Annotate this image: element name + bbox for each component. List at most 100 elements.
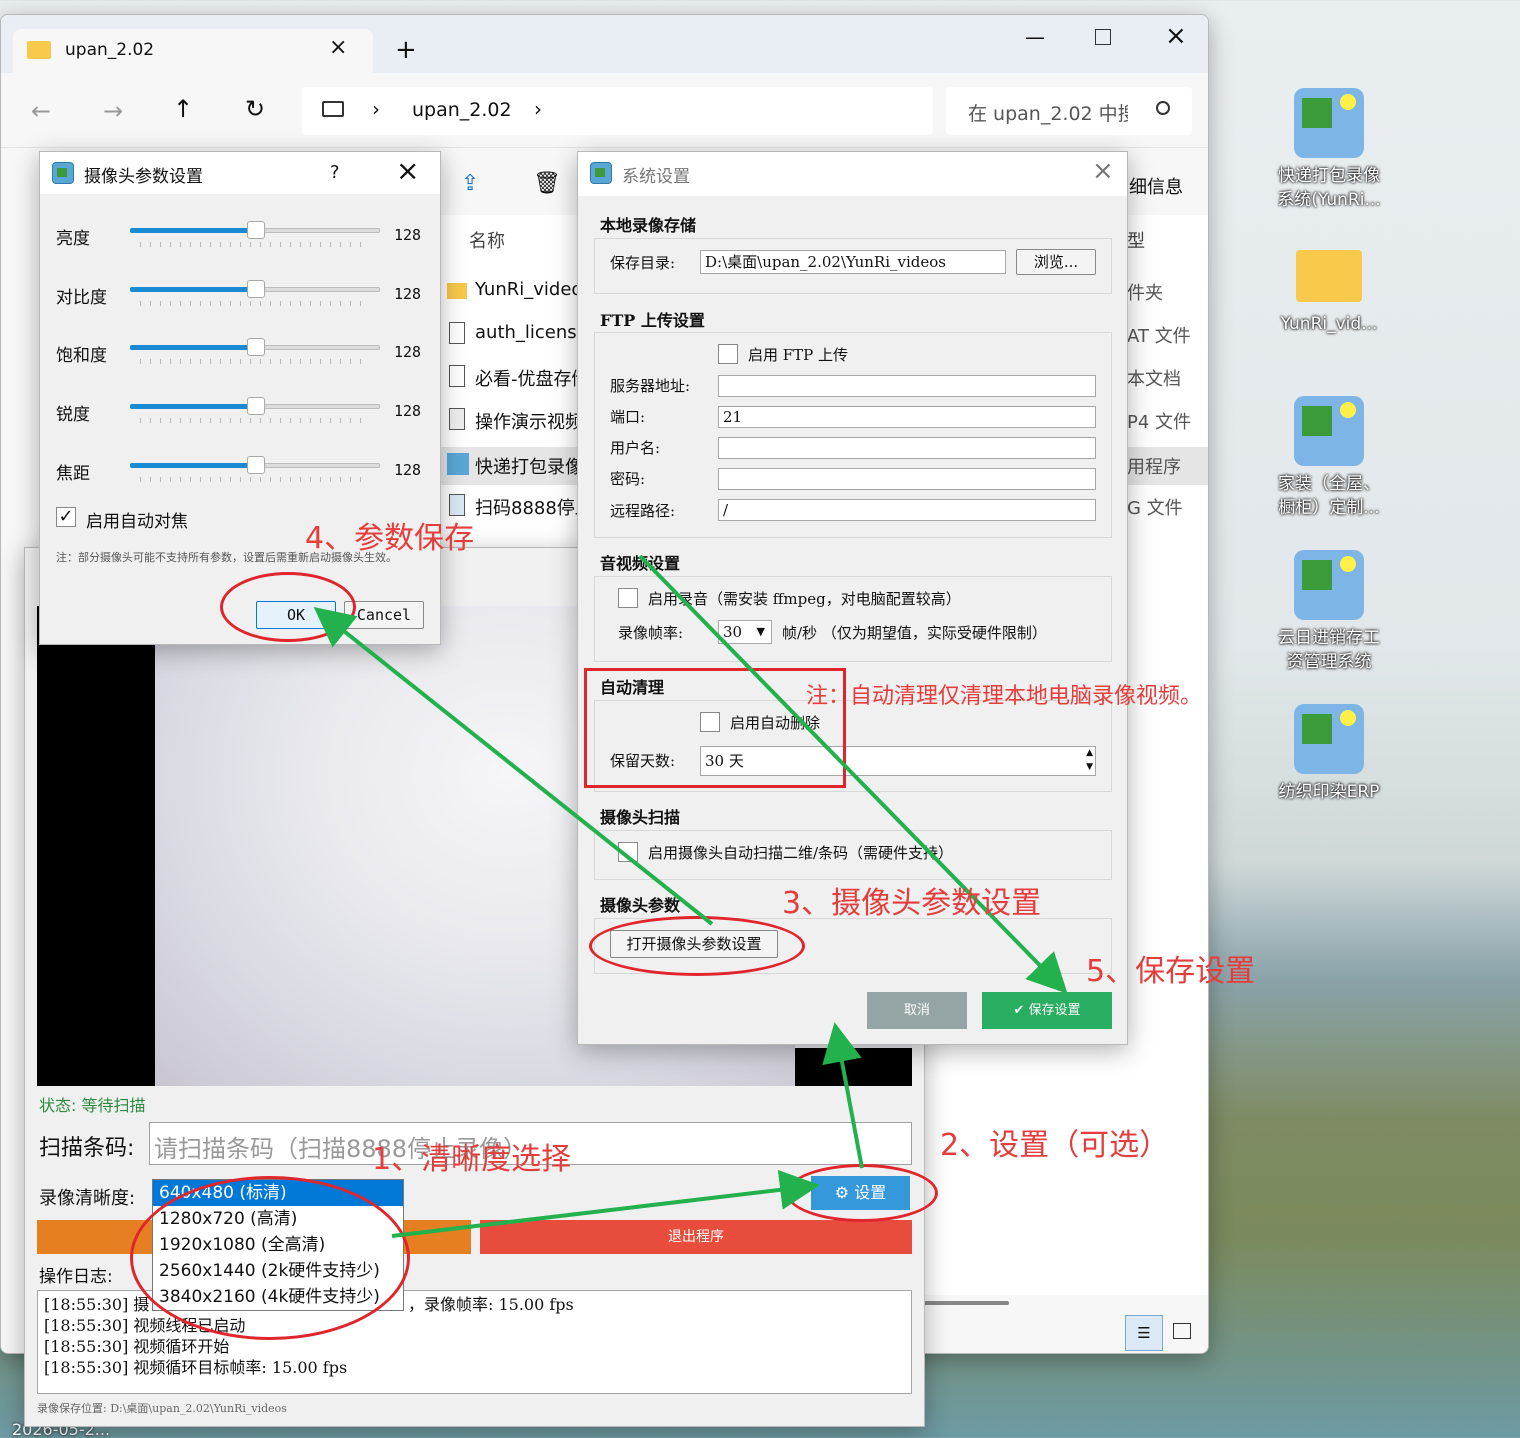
fps-value: 30 [723, 623, 743, 641]
camera-scan-label: 启用摄像头自动扫描二维/条码（需硬件支持） [648, 844, 954, 862]
scan-label: 扫描条码: [39, 1136, 135, 1161]
slider-fill [130, 463, 255, 468]
open-params-highlight-ellipse [589, 916, 805, 976]
file-type: AT 文件 [1127, 326, 1191, 347]
search-box[interactable]: 在 upan_2.02 中搜 [946, 87, 1192, 135]
settings-cancel-button[interactable]: 取消 [867, 992, 967, 1029]
server-input[interactable] [718, 375, 1096, 397]
search-placeholder: 在 upan_2.02 中搜 [968, 103, 1128, 125]
autofocus-checkbox[interactable]: ✓ [56, 507, 76, 527]
remote-path-input[interactable]: / [718, 499, 1096, 521]
file-type: G 文件 [1127, 498, 1183, 519]
dialog-titlebar: 系统设置 × [578, 152, 1127, 196]
tiles-view-icon[interactable] [1173, 1323, 1191, 1339]
desktop-icon-label: YunRi_vid... [1280, 314, 1378, 334]
settings-highlight-ellipse [786, 1164, 938, 1222]
app-icon [1294, 550, 1364, 620]
desktop-icon-yunri-videos[interactable]: YunRi_vid... [1274, 250, 1384, 336]
folder-icon [27, 41, 51, 59]
port-input[interactable]: 21 [718, 406, 1096, 428]
desktop-icon-jiazhuang[interactable]: 家装（全屋、橱柜）定制... [1274, 396, 1384, 520]
annotation-step-2: 2、设置（可选） [940, 1128, 1170, 1163]
save-dir-label: 保存目录: [610, 254, 676, 272]
details-button[interactable]: 细信息 [1129, 173, 1183, 199]
search-icon [1156, 101, 1170, 115]
app-icon [1294, 704, 1364, 774]
browse-button[interactable]: 浏览... [1016, 249, 1096, 275]
desktop-icon-fangzhi[interactable]: 纺织印染ERP [1274, 704, 1384, 804]
slider-fill [130, 345, 255, 350]
app-icon [1294, 396, 1364, 466]
ftp-enable-checkbox[interactable] [718, 344, 738, 364]
slider-handle[interactable] [247, 397, 265, 415]
details-view-icon[interactable]: ☰ [1125, 1315, 1163, 1351]
file-type: 件夹 [1127, 283, 1163, 304]
audio-enable-checkbox[interactable] [618, 588, 638, 608]
slider-fill [130, 228, 255, 233]
file-name: 必看-优盘存储 [475, 369, 579, 390]
remote-path-label: 远程路径: [610, 502, 676, 520]
column-header-type[interactable]: 型 [1127, 227, 1145, 253]
check-icon: ✔ [1013, 1003, 1025, 1018]
file-name: 操作演示视频 [475, 412, 579, 433]
slider-handle[interactable] [247, 338, 265, 356]
dialog-title: 系统设置 [622, 167, 690, 187]
tab-title: upan_2.02 [65, 40, 155, 60]
save-label: 保存设置 [1028, 1003, 1081, 1018]
file-name: 扫码8888停止 [475, 498, 579, 519]
forward-icon[interactable]: → [103, 97, 123, 125]
address-bar[interactable]: › upan_2.02 › [302, 87, 933, 135]
fps-select[interactable]: 30 ▼ [718, 620, 772, 644]
video-file-icon [449, 408, 465, 430]
log-line-tail: ，录像帧率: 15.00 fps [408, 1295, 574, 1314]
log-label: 操作日志: [39, 1267, 113, 1287]
spin-up-icon[interactable]: ▲ [1086, 747, 1093, 759]
desktop-icon-label: 家装（全屋、橱柜）定制... [1278, 474, 1380, 518]
column-header-name[interactable]: 名称 [469, 227, 505, 253]
section-ftp: FTP 上传设置 [600, 311, 705, 330]
exit-button-label: 退出程序 [668, 1229, 724, 1245]
maximize-icon[interactable] [1095, 29, 1111, 45]
slider-label: 亮度 [56, 229, 90, 249]
address-text: upan_2.02 [412, 99, 512, 121]
exit-button[interactable]: 退出程序 [480, 1220, 912, 1254]
file-name: YunRi_videos [475, 279, 579, 300]
save-settings-button[interactable]: ✔ 保存设置 [982, 992, 1112, 1029]
spin-down-icon[interactable]: ▼ [1086, 761, 1093, 773]
log-line: [18:55:30] 视频线程已启动 [44, 1316, 246, 1335]
back-icon[interactable]: ← [31, 97, 51, 125]
delete-icon[interactable]: 🗑 [533, 171, 561, 196]
new-tab-icon[interactable]: + [395, 35, 417, 65]
slider-handle[interactable] [247, 280, 265, 298]
slider-handle[interactable] [247, 221, 265, 239]
up-icon[interactable]: ↑ [173, 95, 193, 123]
username-input[interactable] [718, 437, 1096, 459]
port-label: 端口: [610, 408, 646, 426]
desktop-icon-label: 快递打包录像系统(YunRi... [1277, 166, 1381, 210]
share-icon[interactable]: ⇪ [461, 171, 479, 196]
camera-scan-checkbox[interactable] [618, 842, 638, 862]
minimize-icon[interactable]: — [1025, 25, 1045, 49]
help-icon[interactable]: ? [330, 162, 340, 183]
explorer-tab[interactable]: upan_2.02 × [13, 29, 373, 73]
desktop-icon-kuaidi[interactable]: 快递打包录像系统(YunRi... [1274, 88, 1384, 212]
server-label: 服务器地址: [610, 377, 691, 395]
cancel-button[interactable]: Cancel [344, 601, 424, 629]
camera-param-dialog: 摄像头参数设置 ? × 亮度 128 对比度 128 饱和度 128 锐度 128 焦距 128 … [39, 151, 441, 645]
slider-value: 128 [394, 461, 422, 479]
close-icon[interactable]: × [329, 35, 347, 60]
ftp-enable-label: 启用 FTP 上传 [748, 346, 849, 364]
refresh-icon[interactable]: ↻ [245, 95, 265, 123]
slider-handle[interactable] [247, 456, 265, 474]
desktop-icon-jinxiaocun[interactable]: 云日进销存工资管理系统 [1274, 550, 1384, 674]
slider-ticks [140, 418, 370, 423]
password-input[interactable] [718, 468, 1096, 490]
close-icon[interactable]: × [1092, 156, 1114, 186]
app-icon [1294, 88, 1364, 158]
ok-highlight-ellipse [220, 572, 356, 642]
file-type: 用程序 [1127, 457, 1181, 478]
slider-ticks [140, 477, 370, 482]
close-icon[interactable]: × [396, 154, 419, 187]
close-window-icon[interactable]: × [1165, 21, 1187, 51]
save-dir-input[interactable]: D:\桌面\upan_2.02\YunRi_videos [700, 250, 1006, 274]
